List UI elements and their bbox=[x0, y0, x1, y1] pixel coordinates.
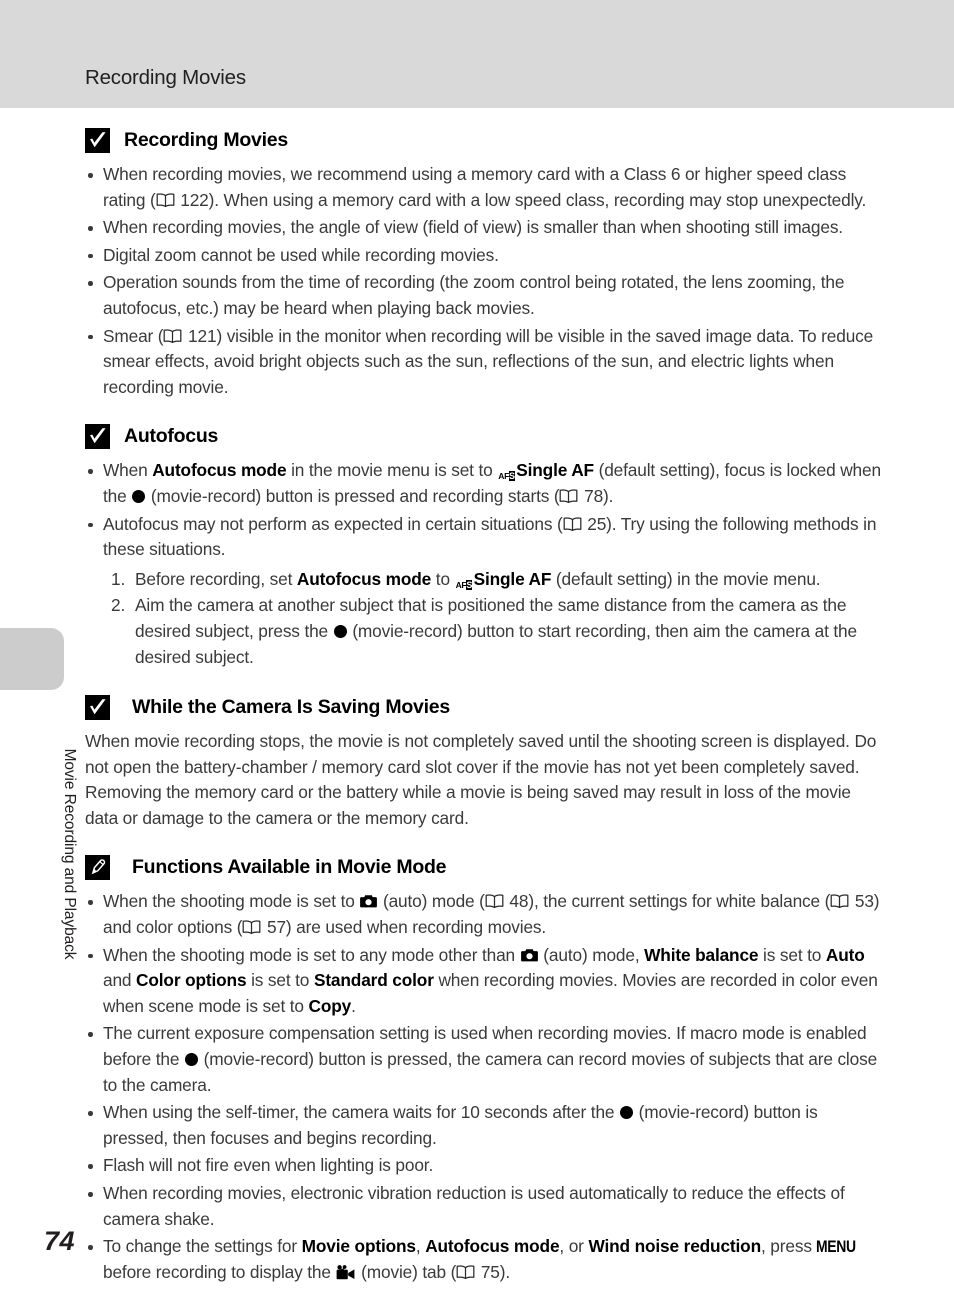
numbered-step-list: Before recording, set Autofocus mode to … bbox=[85, 567, 885, 670]
menu-button-icon: MENU bbox=[816, 1237, 857, 1257]
open-book-icon bbox=[242, 916, 261, 935]
bullet-list: When recording movies, we recommend usin… bbox=[85, 162, 885, 400]
bullet-item: When the shooting mode is set to any mod… bbox=[85, 943, 885, 1020]
bullet-item: When the shooting mode is set to (auto) … bbox=[85, 889, 885, 940]
af-label: AF bbox=[455, 579, 467, 590]
section-paragraph: When movie recording stops, the movie is… bbox=[85, 731, 877, 828]
bullet-item: When recording movies, the angle of view… bbox=[85, 215, 885, 241]
page-header-band: Recording Movies bbox=[0, 0, 954, 108]
bullet-item: When recording movies, electronic vibrat… bbox=[85, 1181, 885, 1232]
checkmark-box-icon bbox=[85, 695, 110, 721]
bullet-item: Autofocus may not perform as expected in… bbox=[85, 512, 885, 563]
movie-camera-icon bbox=[336, 1262, 355, 1279]
section-heading-recording-movies: Recording Movies bbox=[85, 128, 885, 153]
movie-record-dot-icon bbox=[184, 1053, 198, 1067]
sections-container: Recording Movies When recording movies, w… bbox=[85, 128, 885, 1285]
emphasis-term: Autofocus mode bbox=[296, 568, 432, 589]
movie-record-dot-icon bbox=[333, 624, 347, 638]
chapter-edge-tab bbox=[0, 628, 64, 690]
pencil-box-icon bbox=[85, 855, 110, 881]
emphasis-term: Color options bbox=[136, 970, 247, 991]
bullet-list: When the shooting mode is set to (auto) … bbox=[85, 889, 885, 1285]
af-single-s-badge: S bbox=[508, 471, 515, 482]
section-title: Recording Movies bbox=[124, 128, 288, 151]
af-single-icon: AFS bbox=[455, 570, 473, 590]
emphasis-term: Single AF bbox=[516, 460, 594, 481]
section-title: Autofocus bbox=[124, 425, 219, 448]
emphasis-term: Copy bbox=[308, 995, 352, 1016]
page-number: 74 bbox=[44, 1226, 76, 1256]
camera-auto-mode-icon bbox=[360, 890, 378, 908]
open-book-icon bbox=[163, 325, 182, 343]
step-item: Aim the camera at another subject that i… bbox=[111, 593, 857, 667]
open-book-icon bbox=[563, 513, 582, 531]
chapter-side-label: Movie Recording and Playback bbox=[61, 748, 78, 960]
bullet-list: When Autofocus mode in the movie menu is… bbox=[85, 458, 885, 562]
open-book-icon bbox=[456, 1261, 475, 1279]
section-title: Functions Available in Movie Mode bbox=[132, 856, 447, 879]
emphasis-term: Auto bbox=[825, 944, 865, 965]
bullet-item: Operation sounds from the time of record… bbox=[85, 270, 885, 321]
open-book-icon bbox=[485, 890, 504, 909]
bullet-item: When Autofocus mode in the movie menu is… bbox=[85, 458, 885, 509]
af-label: AF bbox=[498, 471, 509, 482]
emphasis-term: Autofocus mode bbox=[152, 460, 287, 481]
section-heading-autofocus: Autofocus bbox=[85, 424, 885, 450]
open-book-icon bbox=[156, 189, 175, 207]
section-heading-functions-available-in-movie-mode: Functions Available in Movie Mode bbox=[85, 855, 885, 881]
emphasis-term: Single AF bbox=[473, 568, 552, 589]
open-book-icon bbox=[830, 890, 849, 909]
page-content: Recording Movies When recording movies, w… bbox=[85, 128, 885, 1287]
emphasis-term: Standard color bbox=[313, 970, 434, 991]
page-header-title: Recording Movies bbox=[85, 66, 246, 89]
bullet-item: When using the self-timer, the camera wa… bbox=[85, 1100, 885, 1151]
bullet-item: When recording movies, we recommend usin… bbox=[85, 162, 885, 213]
emphasis-term: Autofocus mode bbox=[425, 1236, 560, 1257]
checkmark-box-icon bbox=[85, 128, 110, 153]
af-single-icon: AFS bbox=[498, 461, 515, 482]
bullet-item: To change the settings for Movie options… bbox=[85, 1234, 885, 1285]
movie-record-dot-icon bbox=[132, 489, 146, 503]
bullet-item: The current exposure compensation settin… bbox=[85, 1021, 885, 1098]
bullet-item: Smear ( 121) visible in the monitor when… bbox=[85, 324, 885, 401]
emphasis-term: White balance bbox=[644, 944, 759, 965]
section-title: While the Camera Is Saving Movies bbox=[132, 695, 450, 718]
section-heading-while-saving-movies: While the Camera Is Saving Movies bbox=[85, 695, 885, 721]
checkmark-box-icon bbox=[85, 424, 110, 450]
open-book-icon bbox=[559, 485, 578, 504]
bullet-item: Digital zoom cannot be used while record… bbox=[85, 243, 885, 269]
step-item: Before recording, set Autofocus mode to … bbox=[111, 567, 821, 592]
af-single-s-badge: S bbox=[466, 579, 473, 590]
bullet-item: Flash will not fire even when lighting i… bbox=[85, 1153, 885, 1179]
emphasis-term: Movie options bbox=[301, 1236, 416, 1257]
camera-auto-mode-icon bbox=[520, 944, 538, 962]
emphasis-term: Wind noise reduction bbox=[588, 1236, 761, 1257]
movie-record-dot-icon bbox=[620, 1106, 634, 1120]
